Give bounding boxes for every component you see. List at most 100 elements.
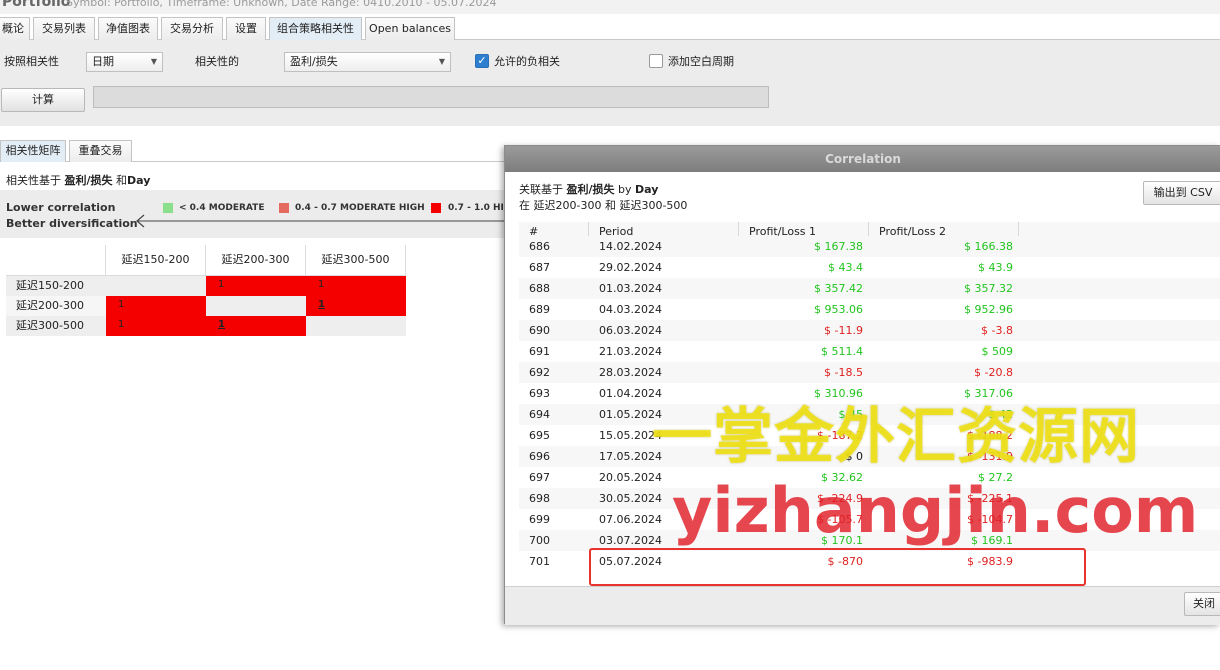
- tab-open-balances[interactable]: Open balances: [365, 17, 455, 40]
- heading-period: Day: [127, 174, 151, 187]
- matrix-cell[interactable]: 1: [206, 316, 306, 336]
- row-period: 04.03.2024: [599, 303, 662, 316]
- tab-trade-analysis[interactable]: 交易分析: [161, 17, 223, 40]
- table-row[interactable]: 690 06.03.2024 $ -11.9 $ -3.8: [519, 320, 1220, 341]
- tab-label: 交易列表: [42, 22, 86, 35]
- legend-swatch-moderate-high: [279, 203, 289, 213]
- corr-by-select[interactable]: 日期 ▼: [86, 52, 163, 72]
- row-index: 689: [529, 303, 550, 316]
- table-row[interactable]: 692 28.03.2024 $ -18.5 $ -20.8: [519, 362, 1220, 383]
- diversification-note: Lower correlation Better diversification: [6, 200, 138, 232]
- matrix-cell: 1: [306, 276, 406, 296]
- legend-swatch-moderate: [163, 203, 173, 213]
- app-subtitle: Symbol: Portfolio, Timeframe: Unknown, D…: [66, 0, 497, 9]
- row-profit-loss-2: $ 509: [981, 345, 1014, 358]
- row-index: 693: [529, 387, 550, 400]
- heading-mid: 和: [116, 174, 128, 187]
- heading-prefix: 相关性基于: [6, 174, 61, 187]
- row-index: 695: [529, 429, 550, 442]
- matrix-col-header: 延迟300-500: [306, 245, 406, 275]
- matrix-cell: 1: [206, 276, 306, 296]
- dialog-description: 关联基于 盈利/损失 by Day 在 延迟200-300 和 延迟300-50…: [519, 182, 687, 214]
- dialog-line2: 在 延迟200-300 和 延迟300-500: [519, 199, 688, 212]
- tab-overview[interactable]: 概论: [0, 17, 30, 40]
- close-button[interactable]: 关闭: [1184, 592, 1220, 616]
- allow-negative-label: 允许的负相关: [494, 55, 560, 68]
- row-index: 700: [529, 534, 550, 547]
- matrix-col-header: 延迟150-200: [106, 245, 206, 275]
- heading-metric: 盈利/损失: [64, 174, 113, 187]
- matrix-legend: Lower correlation Better diversification…: [0, 190, 524, 238]
- matrix-cell: 1: [106, 296, 206, 316]
- watermark-text: 一掌金外汇资源网: [652, 402, 1140, 472]
- legend-label-moderate: < 0.4 MODERATE: [179, 203, 265, 213]
- dialog-title[interactable]: Correlation: [505, 146, 1220, 172]
- table-row[interactable]: 686 14.02.2024 $ 167.38 $ 166.38: [519, 236, 1220, 257]
- tab-label: 设置: [235, 22, 257, 35]
- dialog-footer: [505, 586, 1220, 625]
- checkmark-icon: ✓: [477, 54, 487, 67]
- tab-label: 组合策略相关性: [277, 22, 354, 35]
- dialog-line1-prefix: 关联基于: [519, 183, 563, 196]
- corr-by-value: 日期: [92, 55, 114, 68]
- tab-trade-list[interactable]: 交易列表: [33, 17, 95, 40]
- tab-label: Open balances: [369, 22, 451, 35]
- row-index: 701: [529, 555, 550, 568]
- tab-label: 重叠交易: [78, 144, 123, 157]
- corr-of-select[interactable]: 盈利/损失 ▼: [284, 52, 451, 72]
- add-empty-periods-label: 添加空白周期: [668, 55, 734, 68]
- tab-equity-chart[interactable]: 净值图表: [98, 17, 158, 40]
- row-period: 14.02.2024: [599, 240, 662, 253]
- row-profit-loss-2: $ 357.32: [964, 282, 1013, 295]
- corr-by-label: 按照相关性: [4, 55, 59, 68]
- table-row[interactable]: 691 21.03.2024 $ 511.4 $ 509: [519, 341, 1220, 362]
- row-index: 687: [529, 261, 550, 274]
- row-index: 692: [529, 366, 550, 379]
- arrow-left-icon: [136, 214, 524, 228]
- allow-negative-checkbox[interactable]: ✓: [475, 54, 489, 68]
- main-tab-bar: 概论 交易列表 净值图表 交易分析 设置 组合策略相关性 Open balanc…: [0, 14, 1220, 40]
- matrix-cell[interactable]: 1: [306, 296, 406, 316]
- legend-swatch-high: [431, 203, 441, 213]
- row-index: 691: [529, 345, 550, 358]
- row-profit-loss-1: $ 953.06: [814, 303, 863, 316]
- tab-strategy-correlation[interactable]: 组合策略相关性: [269, 17, 362, 40]
- row-period: 29.02.2024: [599, 261, 662, 274]
- export-csv-button[interactable]: 输出到 CSV: [1143, 181, 1220, 205]
- row-profit-loss-1: $ 357.42: [814, 282, 863, 295]
- chevron-down-icon: ▼: [438, 57, 445, 66]
- matrix-row-label: 延迟200-300: [6, 296, 106, 316]
- tab-correlation-matrix[interactable]: 相关性矩阵: [0, 140, 66, 162]
- row-index: 694: [529, 408, 550, 421]
- matrix-cell: [106, 276, 206, 296]
- row-profit-loss-2: $ 952.96: [964, 303, 1013, 316]
- app-title-bar: Portfolio Symbol: Portfolio, Timeframe: …: [0, 0, 1220, 14]
- row-index: 697: [529, 471, 550, 484]
- table-row[interactable]: 689 04.03.2024 $ 953.06 $ 952.96: [519, 299, 1220, 320]
- row-profit-loss-2: $ 166.38: [964, 240, 1013, 253]
- better-diversification-text: Better diversification: [6, 217, 138, 230]
- matrix-row-label: 延迟150-200: [6, 276, 106, 296]
- sub-tab-bar: 相关性矩阵 重叠交易: [0, 140, 520, 162]
- row-profit-loss-1: $ 167.38: [814, 240, 863, 253]
- tab-settings[interactable]: 设置: [226, 17, 266, 40]
- tab-label: 净值图表: [106, 22, 150, 35]
- lower-correlation-text: Lower correlation: [6, 201, 116, 214]
- matrix-cell: [206, 296, 306, 316]
- calculate-label: 计算: [32, 93, 54, 106]
- table-row[interactable]: 688 01.03.2024 $ 357.42 $ 357.32: [519, 278, 1220, 299]
- tab-label: 概论: [2, 22, 24, 35]
- matrix-cell: 1: [106, 316, 206, 336]
- add-empty-periods-checkbox[interactable]: [649, 54, 663, 68]
- row-profit-loss-2: $ -20.8: [974, 366, 1013, 379]
- row-profit-loss-2: $ 43.9: [978, 261, 1013, 274]
- tab-overlapping-trades[interactable]: 重叠交易: [69, 140, 132, 162]
- calculate-button[interactable]: 计算: [1, 88, 85, 112]
- dialog-metric: 盈利/损失: [566, 183, 615, 196]
- row-index: 699: [529, 513, 550, 526]
- row-index: 690: [529, 324, 550, 337]
- row-period: 06.03.2024: [599, 324, 662, 337]
- export-csv-label: 输出到 CSV: [1153, 186, 1213, 199]
- table-row[interactable]: 687 29.02.2024 $ 43.4 $ 43.9: [519, 257, 1220, 278]
- corr-of-value: 盈利/损失: [290, 55, 338, 68]
